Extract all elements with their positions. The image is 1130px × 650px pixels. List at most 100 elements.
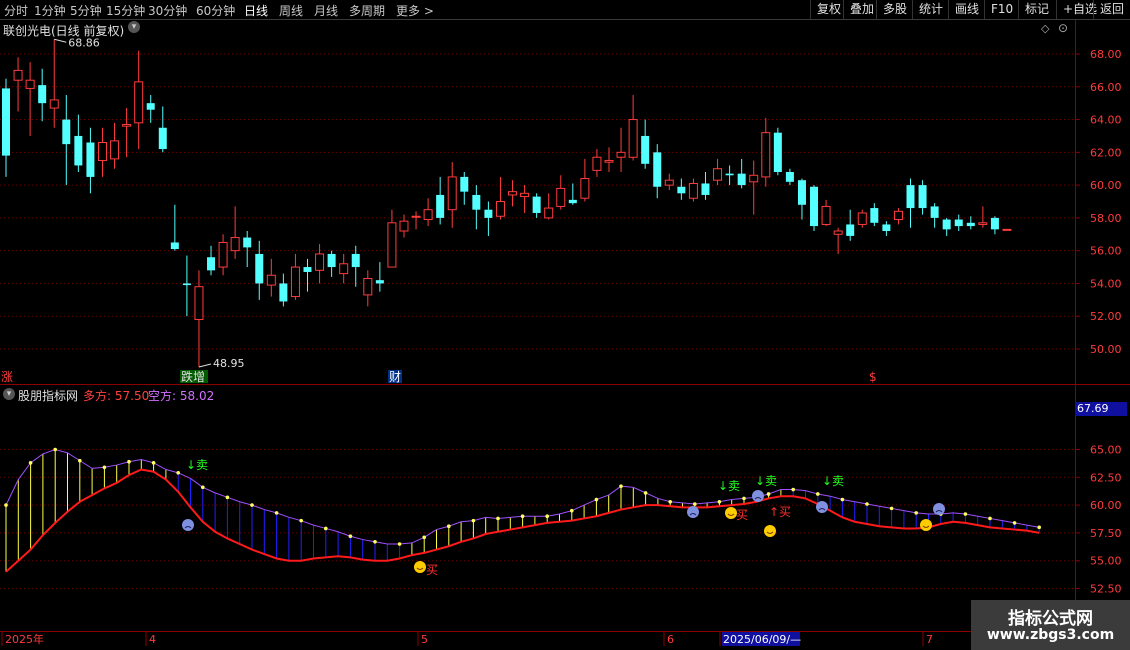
short-line	[5, 448, 1040, 545]
candle-body-5	[62, 119, 71, 145]
date-label-0: 2025年	[5, 632, 44, 646]
indicator-dot-80	[988, 516, 992, 521]
candle-body-60	[725, 173, 734, 176]
price-tick-label-5: 58.00	[1090, 212, 1122, 225]
watermark-title: 指标公式网	[1008, 609, 1093, 629]
candle-body-26	[315, 253, 325, 271]
price-tick-label-7: 54.00	[1090, 277, 1122, 290]
indicator-dot-54	[668, 499, 672, 504]
price-tick-label-1: 66.00	[1090, 81, 1122, 94]
candle-body-29	[351, 253, 360, 268]
candle-body-19	[230, 237, 240, 252]
candle-body-43	[520, 192, 530, 198]
buy-marker-2: ↑买	[769, 505, 791, 519]
buy-marker-1: 买	[736, 508, 748, 522]
price-tick-label-6: 56.00	[1090, 245, 1122, 258]
sell-marker-1: ↓卖	[718, 479, 740, 493]
sad-face-icon-0	[182, 519, 194, 531]
indicator-dot-48	[594, 497, 599, 502]
candle-body-51	[616, 151, 626, 158]
indicator-current-value: 67.69	[1075, 402, 1127, 416]
sad-face-icon-3	[816, 501, 828, 513]
indicator-dot-50	[619, 484, 623, 488]
sad-face-icon-4	[933, 503, 945, 515]
candlestick-series	[2, 39, 1012, 368]
ind-tick-label-2: 60.00	[1090, 499, 1122, 512]
date-label-4: 2025/06/09/—	[723, 633, 801, 646]
date-label-5: 7	[926, 633, 933, 646]
indicator-dot-16	[201, 485, 205, 490]
event-tag-3: $	[869, 370, 877, 384]
indicator-dot-4	[53, 447, 57, 452]
candle-body-65	[785, 172, 794, 182]
watermark-url: www.zbgs3.com	[986, 627, 1115, 643]
indicator-dot-46	[570, 508, 574, 513]
candle-body-71	[857, 212, 867, 225]
ind-tick-label-3: 57.50	[1090, 527, 1122, 540]
candle-body-21	[255, 253, 264, 284]
indicator-dot-8	[102, 465, 107, 470]
candle-body-33	[399, 220, 409, 232]
indicator-dot-0	[4, 503, 8, 507]
candle-body-6	[74, 135, 83, 166]
price-tick-label-9: 50.00	[1090, 343, 1122, 356]
candle-body-48	[580, 178, 590, 199]
candle-body-79	[954, 219, 963, 227]
candle-body-70	[846, 224, 855, 236]
candle-body-81	[978, 222, 988, 225]
sell-marker-2: ↓卖	[755, 474, 777, 488]
grid-layer	[0, 20, 1130, 650]
date-label-2: 5	[421, 633, 428, 646]
candle-body-28	[339, 263, 349, 275]
low-marker-label: 48.95	[213, 357, 245, 370]
indicator-dot-10	[127, 459, 131, 464]
indicator-series: ↓卖↓卖 ↓卖 ↓卖买买 ↑买	[4, 447, 1041, 577]
indicator-dot-2	[28, 461, 33, 465]
candle-body-69	[833, 230, 843, 235]
candle-body-56	[677, 186, 686, 194]
candle-body-10	[122, 123, 132, 127]
candle-body-13	[158, 127, 167, 150]
indicator-dot-36	[447, 524, 451, 529]
diamond-icon[interactable]: ◇	[1041, 22, 1049, 35]
candle-body-50	[604, 160, 614, 163]
date-label-1: 4	[149, 633, 156, 646]
indicator-chevron-icon[interactable]: ▾	[3, 388, 15, 400]
candle-body-8	[97, 142, 107, 162]
indicator-dot-78	[963, 512, 968, 516]
candle-body-72	[870, 208, 879, 223]
candle-body-32	[387, 222, 397, 268]
site-watermark: 指标公式网 www.zbgs3.com	[971, 600, 1130, 650]
indicator-dot-58	[717, 499, 722, 504]
candle-body-9	[110, 140, 120, 160]
indicator-dot-22	[274, 511, 279, 515]
indicator-dot-32	[397, 542, 402, 546]
indicator-dot-66	[816, 492, 820, 496]
candle-body-55	[664, 179, 674, 186]
indicator-dot-24	[299, 518, 304, 523]
indicator-dot-20	[250, 503, 254, 507]
candle-body-30	[363, 278, 373, 296]
indicator-dot-40	[496, 516, 500, 521]
stock-title: 联创光电(日线 前复权)	[3, 24, 125, 38]
indicator-dot-72	[889, 506, 894, 511]
ind-tick-label-5: 52.50	[1090, 583, 1122, 596]
event-tag-0: 涨	[1, 369, 13, 384]
indicator-dot-30	[373, 539, 377, 544]
candle-body-78	[942, 219, 951, 230]
sell-marker-0: ↓卖	[186, 458, 208, 472]
indicator-dot-14	[176, 471, 180, 475]
settings-icon[interactable]: ⊙	[1058, 21, 1068, 35]
candle-body-42	[508, 191, 518, 196]
sad-face-icon-2	[752, 490, 764, 502]
candle-body-31	[375, 280, 384, 284]
price-tick-label-8: 52.00	[1090, 310, 1122, 323]
indicator-name[interactable]: 股朋指标网	[18, 387, 78, 404]
candle-body-49	[592, 156, 602, 171]
candle-body-36	[436, 194, 445, 218]
candle-body-76	[918, 185, 927, 209]
candle-body-17	[207, 257, 216, 271]
indicator-dot-68	[840, 497, 845, 502]
high-marker-line	[54, 38, 67, 43]
chevron-down-icon[interactable]: ▾	[128, 21, 140, 33]
